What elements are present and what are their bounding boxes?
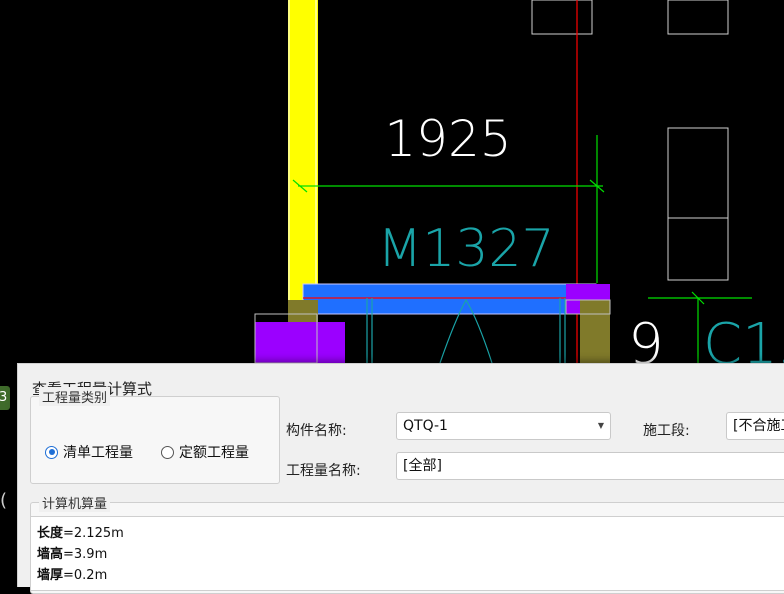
construction-section-select[interactable]: [不合施工	[726, 412, 784, 440]
quantity-name-value: [全部]	[403, 458, 442, 474]
calc-line-wall-thickness: 墙厚=0.2m	[37, 565, 784, 586]
computer-calc-legend: 计算机算量	[39, 493, 111, 512]
cad-rect-right	[667, 127, 729, 281]
chevron-down-icon[interactable]: ▼	[598, 413, 604, 439]
computer-calc-textarea[interactable]: 长度=2.125m 墙高=3.9m 墙厚=0.2m	[30, 516, 784, 591]
quantity-type-legend: 工程量类别	[39, 387, 111, 406]
quantity-formula-dialog: 查看工程量计算式 工程量类别 清单工程量 定额工程量 构件名称: QTQ-1 ▼…	[17, 363, 784, 594]
radio-quota-quantity-label: 定额工程量	[179, 445, 249, 461]
radio-bill-quantity-circle[interactable]	[45, 445, 58, 459]
quantity-name-select[interactable]: [全部]	[396, 452, 784, 480]
radio-bill-quantity-label: 清单工程量	[63, 445, 133, 461]
side-panel-fragment: (	[0, 490, 8, 511]
yellow-wall	[288, 0, 318, 300]
blue-beam	[302, 283, 597, 315]
side-panel-badge[interactable]: 3	[0, 386, 10, 410]
calc-line-length-value: =2.125m	[63, 526, 124, 541]
calc-line-wall-height-name: 墙高	[37, 547, 64, 562]
component-name-select[interactable]: QTQ-1 ▼	[396, 412, 611, 440]
quantity-name-label: 工程量名称:	[286, 463, 361, 479]
calc-line-wall-thickness-name: 墙厚	[37, 568, 64, 583]
dimension-text: 1925	[384, 110, 511, 168]
calc-line-wall-height-value: =3.9m	[63, 547, 108, 562]
purple-block-left	[255, 322, 345, 363]
calc-line-length: 长度=2.125m	[37, 523, 784, 544]
calc-line-wall-height: 墙高=3.9m	[37, 544, 784, 565]
construction-section-value: [不合施工	[733, 418, 784, 434]
radio-quota-quantity[interactable]: 定额工程量	[161, 442, 249, 462]
cad-rect-top	[531, 0, 593, 35]
component-name-value: QTQ-1	[403, 418, 448, 434]
calc-line-wall-thickness-value: =0.2m	[63, 568, 108, 583]
cad-rect-top-right	[667, 0, 729, 35]
component-name-label: 构件名称:	[286, 423, 347, 439]
door-label: M1327	[377, 219, 554, 279]
olive-block-right	[580, 300, 610, 363]
quantity-type-group: 工程量类别 清单工程量 定额工程量	[30, 387, 280, 484]
calc-line-length-name: 长度	[37, 526, 64, 541]
construction-section-label: 施工段:	[643, 423, 690, 439]
radio-bill-quantity[interactable]: 清单工程量	[45, 442, 133, 462]
radio-quota-quantity-circle[interactable]	[161, 445, 174, 459]
